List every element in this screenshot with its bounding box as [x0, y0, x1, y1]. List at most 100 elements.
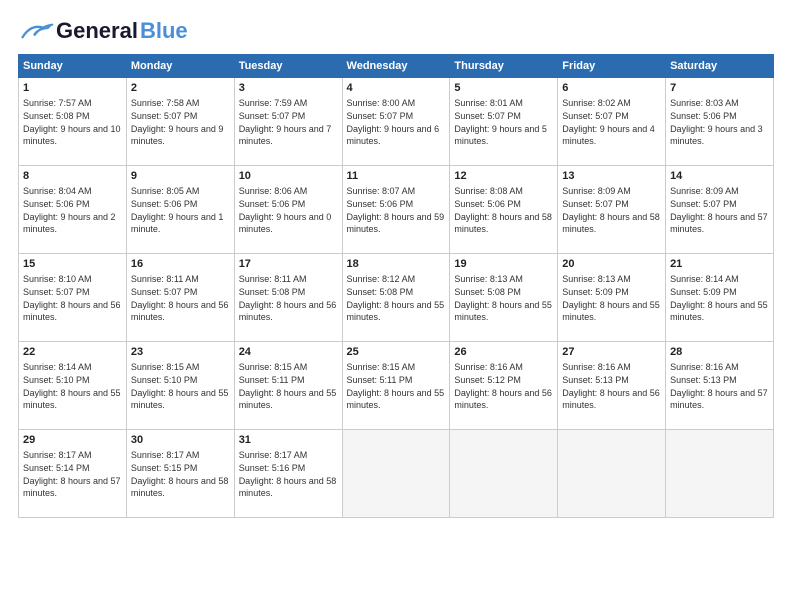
day-info: Sunrise: 8:09 AMSunset: 5:07 PMDaylight:…: [562, 186, 660, 234]
calendar-cell: 25 Sunrise: 8:15 AMSunset: 5:11 PMDayligh…: [342, 342, 450, 430]
column-header-thursday: Thursday: [450, 55, 558, 78]
day-info: Sunrise: 8:16 AMSunset: 5:13 PMDaylight:…: [670, 362, 768, 410]
day-number: 30: [131, 433, 230, 448]
day-number: 31: [239, 433, 338, 448]
day-info: Sunrise: 8:05 AMSunset: 5:06 PMDaylight:…: [131, 186, 224, 234]
calendar-cell: 10 Sunrise: 8:06 AMSunset: 5:06 PMDayligh…: [234, 166, 342, 254]
page: GeneralBlue SundayMondayTuesdayWednesday…: [0, 0, 792, 612]
calendar-cell: 11 Sunrise: 8:07 AMSunset: 5:06 PMDayligh…: [342, 166, 450, 254]
calendar-week-row: 15 Sunrise: 8:10 AMSunset: 5:07 PMDayligh…: [19, 254, 774, 342]
calendar-week-row: 29 Sunrise: 8:17 AMSunset: 5:14 PMDayligh…: [19, 430, 774, 518]
day-number: 18: [347, 257, 446, 272]
day-number: 16: [131, 257, 230, 272]
day-info: Sunrise: 8:15 AMSunset: 5:11 PMDaylight:…: [239, 362, 337, 410]
day-info: Sunrise: 8:16 AMSunset: 5:13 PMDaylight:…: [562, 362, 660, 410]
day-number: 25: [347, 345, 446, 360]
day-number: 22: [23, 345, 122, 360]
calendar-cell: [342, 430, 450, 518]
day-info: Sunrise: 8:02 AMSunset: 5:07 PMDaylight:…: [562, 98, 655, 146]
day-info: Sunrise: 8:12 AMSunset: 5:08 PMDaylight:…: [347, 274, 445, 322]
day-number: 5: [454, 81, 553, 96]
logo-icon: [18, 21, 54, 41]
calendar-cell: 1Sunrise: 7:57 AMSunset: 5:08 PMDaylight…: [19, 78, 127, 166]
day-number: 4: [347, 81, 446, 96]
logo: GeneralBlue: [18, 18, 188, 44]
day-info: Sunrise: 8:17 AMSunset: 5:16 PMDaylight:…: [239, 450, 337, 498]
calendar-cell: 9 Sunrise: 8:05 AMSunset: 5:06 PMDaylight…: [126, 166, 234, 254]
day-info: Sunrise: 8:08 AMSunset: 5:06 PMDaylight:…: [454, 186, 552, 234]
day-number: 23: [131, 345, 230, 360]
day-number: 19: [454, 257, 553, 272]
day-number: 9: [131, 169, 230, 184]
day-number: 21: [670, 257, 769, 272]
calendar-week-row: 8Sunrise: 8:04 AMSunset: 5:06 PMDaylight…: [19, 166, 774, 254]
day-number: 2: [131, 81, 230, 96]
day-number: 6: [562, 81, 661, 96]
day-info: Sunrise: 8:03 AMSunset: 5:06 PMDaylight:…: [670, 98, 763, 146]
logo-general: General: [56, 18, 138, 44]
calendar-cell: 4 Sunrise: 8:00 AMSunset: 5:07 PMDaylight…: [342, 78, 450, 166]
calendar-cell: 30Sunrise: 8:17 AMSunset: 5:15 PMDayligh…: [126, 430, 234, 518]
day-info: Sunrise: 8:01 AMSunset: 5:07 PMDaylight:…: [454, 98, 547, 146]
calendar-cell: 3Sunrise: 7:59 AMSunset: 5:07 PMDaylight…: [234, 78, 342, 166]
day-info: Sunrise: 8:14 AMSunset: 5:09 PMDaylight:…: [670, 274, 768, 322]
day-info: Sunrise: 7:59 AMSunset: 5:07 PMDaylight:…: [239, 98, 332, 146]
day-info: Sunrise: 7:57 AMSunset: 5:08 PMDaylight:…: [23, 98, 121, 146]
day-number: 10: [239, 169, 338, 184]
day-info: Sunrise: 8:09 AMSunset: 5:07 PMDaylight:…: [670, 186, 768, 234]
calendar-cell: 23 Sunrise: 8:15 AMSunset: 5:10 PMDayligh…: [126, 342, 234, 430]
calendar-cell: 26 Sunrise: 8:16 AMSunset: 5:12 PMDayligh…: [450, 342, 558, 430]
day-number: 29: [23, 433, 122, 448]
day-number: 15: [23, 257, 122, 272]
calendar-cell: 19 Sunrise: 8:13 AMSunset: 5:08 PMDayligh…: [450, 254, 558, 342]
calendar-cell: [666, 430, 774, 518]
day-info: Sunrise: 8:07 AMSunset: 5:06 PMDaylight:…: [347, 186, 445, 234]
calendar-cell: 22 Sunrise: 8:14 AMSunset: 5:10 PMDayligh…: [19, 342, 127, 430]
day-info: Sunrise: 7:58 AMSunset: 5:07 PMDaylight:…: [131, 98, 224, 146]
day-number: 13: [562, 169, 661, 184]
logo-blue: Blue: [140, 18, 188, 44]
day-number: 28: [670, 345, 769, 360]
calendar-cell: 2 Sunrise: 7:58 AMSunset: 5:07 PMDaylight…: [126, 78, 234, 166]
calendar-cell: 24Sunrise: 8:15 AMSunset: 5:11 PMDayligh…: [234, 342, 342, 430]
column-header-monday: Monday: [126, 55, 234, 78]
calendar-cell: 28 Sunrise: 8:16 AMSunset: 5:13 PMDayligh…: [666, 342, 774, 430]
column-header-tuesday: Tuesday: [234, 55, 342, 78]
day-info: Sunrise: 8:10 AMSunset: 5:07 PMDaylight:…: [23, 274, 121, 322]
calendar-cell: 18 Sunrise: 8:12 AMSunset: 5:08 PMDayligh…: [342, 254, 450, 342]
day-info: Sunrise: 8:16 AMSunset: 5:12 PMDaylight:…: [454, 362, 552, 410]
day-number: 26: [454, 345, 553, 360]
header: GeneralBlue: [18, 18, 774, 44]
calendar-cell: 31 Sunrise: 8:17 AMSunset: 5:16 PMDayligh…: [234, 430, 342, 518]
calendar-cell: 12 Sunrise: 8:08 AMSunset: 5:06 PMDayligh…: [450, 166, 558, 254]
day-info: Sunrise: 8:15 AMSunset: 5:11 PMDaylight:…: [347, 362, 445, 410]
calendar-cell: 5 Sunrise: 8:01 AMSunset: 5:07 PMDaylight…: [450, 78, 558, 166]
day-info: Sunrise: 8:13 AMSunset: 5:09 PMDaylight:…: [562, 274, 660, 322]
day-info: Sunrise: 8:11 AMSunset: 5:08 PMDaylight:…: [239, 274, 337, 322]
calendar-cell: 17Sunrise: 8:11 AMSunset: 5:08 PMDayligh…: [234, 254, 342, 342]
day-info: Sunrise: 8:17 AMSunset: 5:14 PMDaylight:…: [23, 450, 121, 498]
day-number: 8: [23, 169, 122, 184]
day-info: Sunrise: 8:00 AMSunset: 5:07 PMDaylight:…: [347, 98, 440, 146]
day-number: 14: [670, 169, 769, 184]
calendar-cell: 13 Sunrise: 8:09 AMSunset: 5:07 PMDayligh…: [558, 166, 666, 254]
calendar-cell: 14 Sunrise: 8:09 AMSunset: 5:07 PMDayligh…: [666, 166, 774, 254]
day-info: Sunrise: 8:15 AMSunset: 5:10 PMDaylight:…: [131, 362, 229, 410]
calendar-cell: 20 Sunrise: 8:13 AMSunset: 5:09 PMDayligh…: [558, 254, 666, 342]
calendar-week-row: 1Sunrise: 7:57 AMSunset: 5:08 PMDaylight…: [19, 78, 774, 166]
calendar-cell: [450, 430, 558, 518]
calendar-cell: [558, 430, 666, 518]
calendar-cell: 21 Sunrise: 8:14 AMSunset: 5:09 PMDayligh…: [666, 254, 774, 342]
day-info: Sunrise: 8:14 AMSunset: 5:10 PMDaylight:…: [23, 362, 121, 410]
day-number: 12: [454, 169, 553, 184]
day-info: Sunrise: 8:11 AMSunset: 5:07 PMDaylight:…: [131, 274, 229, 322]
calendar-header-row: SundayMondayTuesdayWednesdayThursdayFrid…: [19, 55, 774, 78]
day-number: 20: [562, 257, 661, 272]
calendar-cell: 16 Sunrise: 8:11 AMSunset: 5:07 PMDayligh…: [126, 254, 234, 342]
calendar-cell: 29 Sunrise: 8:17 AMSunset: 5:14 PMDayligh…: [19, 430, 127, 518]
calendar-week-row: 22 Sunrise: 8:14 AMSunset: 5:10 PMDayligh…: [19, 342, 774, 430]
calendar-cell: 8Sunrise: 8:04 AMSunset: 5:06 PMDaylight…: [19, 166, 127, 254]
day-info: Sunrise: 8:06 AMSunset: 5:06 PMDaylight:…: [239, 186, 332, 234]
day-info: Sunrise: 8:13 AMSunset: 5:08 PMDaylight:…: [454, 274, 552, 322]
day-number: 11: [347, 169, 446, 184]
